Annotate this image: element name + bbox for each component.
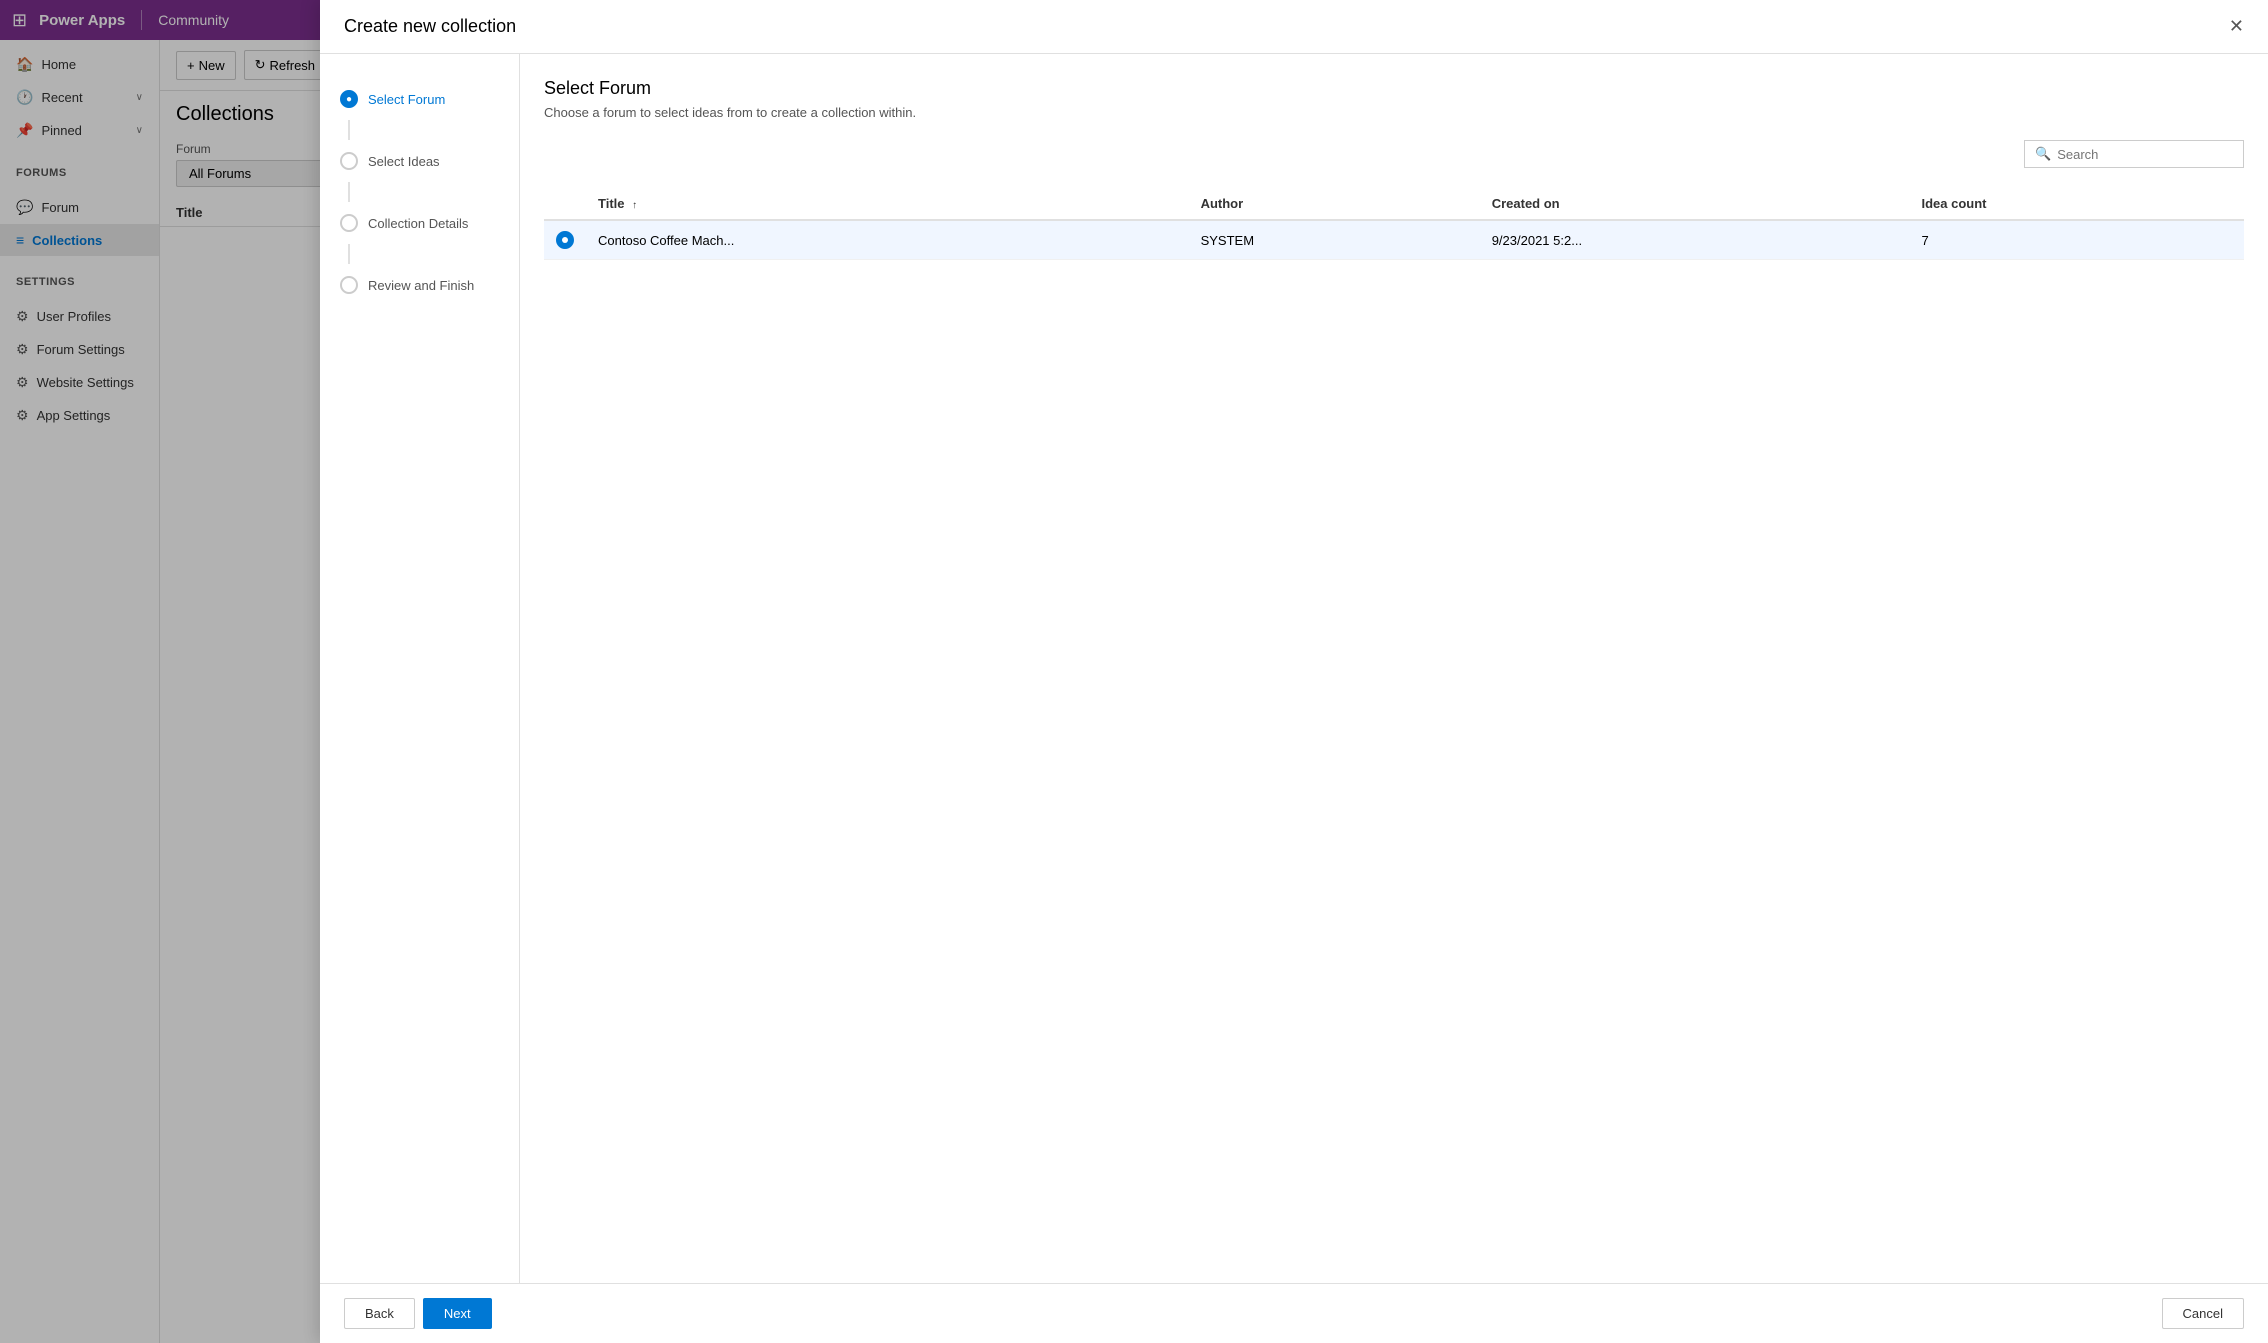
title-column-header: Title ↑ [586,188,1189,220]
modal-body: ● Select Forum Select Ideas Collection D… [320,54,2268,1283]
back-button[interactable]: Back [344,1298,415,1329]
cancel-button[interactable]: Cancel [2162,1298,2244,1329]
search-icon: 🔍 [2035,146,2051,162]
idea_count-cell: 7 [1909,220,2244,260]
step-circle-3 [340,214,358,232]
wizard-steps: ● Select Forum Select Ideas Collection D… [320,54,520,1283]
created-on-column-header: Created on [1480,188,1910,220]
next-button[interactable]: Next [423,1298,492,1329]
step-connector-1 [348,120,350,140]
content-title: Select Forum [544,78,2244,99]
wizard-step-collection-details[interactable]: Collection Details [320,202,519,244]
select-column-header [544,188,586,220]
content-area: Select Forum Choose a forum to select id… [520,54,2268,1283]
step-label: Select Forum [368,92,445,107]
step-circle-2 [340,152,358,170]
wizard-step-select-forum[interactable]: ● Select Forum [320,78,519,120]
table-row[interactable]: Contoso Coffee Mach...SYSTEM9/23/2021 5:… [544,220,2244,260]
step-circle-4 [340,276,358,294]
step-label: Collection Details [368,216,468,231]
idea-count-column-header: Idea count [1909,188,2244,220]
step-connector-3 [348,244,350,264]
search-box: 🔍 [2024,140,2244,168]
author-column-header: Author [1189,188,1480,220]
modal-title: Create new collection [344,16,516,37]
modal-close-button[interactable]: ✕ [2229,16,2244,37]
modal-header: Create new collection ✕ [320,0,2268,54]
row-radio-selected [556,231,574,249]
modal-footer: Back Next Cancel [320,1283,2268,1343]
modal-box: Create new collection ✕ ● Select Forum [320,0,2268,1343]
modal: Create new collection ✕ ● Select Forum [0,0,2268,1343]
forum-table: Title ↑ Author Created on Idea count Con… [544,188,2244,260]
wizard-step-select-ideas[interactable]: Select Ideas [320,140,519,182]
sort-asc-icon: ↑ [632,200,637,211]
step-label: Review and Finish [368,278,474,293]
step-dot: ● [346,94,352,105]
search-input[interactable] [2057,147,2233,162]
title-cell: Contoso Coffee Mach... [586,220,1189,260]
step-label: Select Ideas [368,154,440,169]
wizard-step-review-finish[interactable]: Review and Finish [320,264,519,306]
footer-left-buttons: Back Next [344,1298,492,1329]
step-circle-1: ● [340,90,358,108]
search-container: 🔍 [544,140,2244,180]
author-cell: SYSTEM [1189,220,1480,260]
content-desc: Choose a forum to select ideas from to c… [544,105,2244,120]
created_on-cell: 9/23/2021 5:2... [1480,220,1910,260]
step-connector-2 [348,182,350,202]
table-header-row: Title ↑ Author Created on Idea count [544,188,2244,220]
